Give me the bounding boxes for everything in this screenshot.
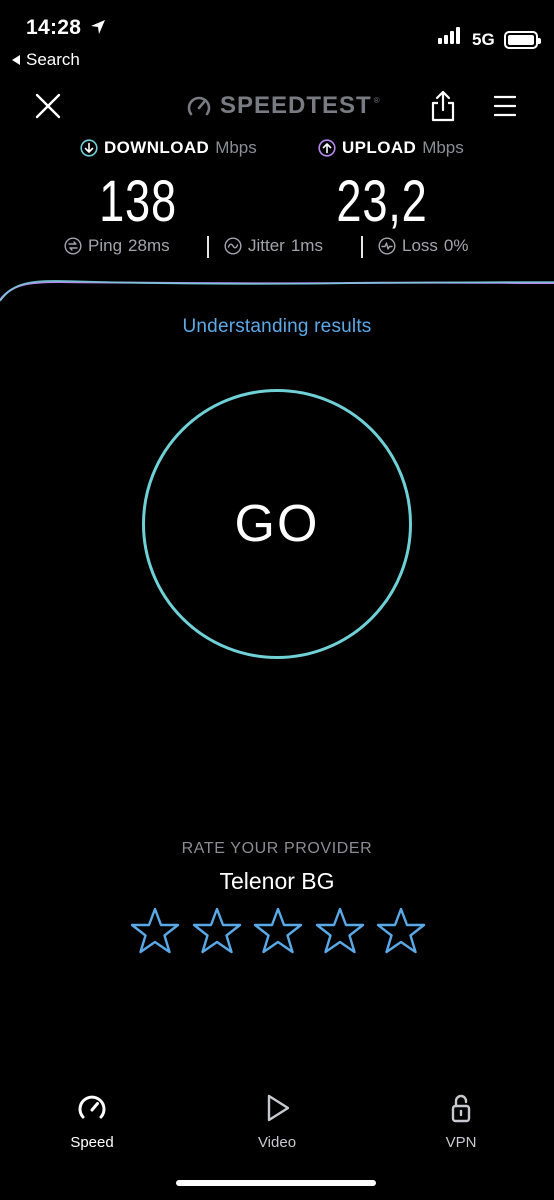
- download-unit: Mbps: [215, 138, 257, 157]
- upload-arrow-icon: [318, 139, 336, 157]
- ping-stat: Ping 28ms: [64, 236, 170, 256]
- status-time: 14:28: [26, 16, 82, 39]
- tab-video[interactable]: Video: [227, 1092, 327, 1151]
- download-label: DOWNLOAD: [104, 138, 210, 157]
- tab-video-label: Video: [257, 1134, 297, 1151]
- provider-name: Telenor BG: [219, 868, 335, 894]
- download-heading: DOWNLOAD Mbps: [80, 138, 257, 158]
- star-icon-5[interactable]: [376, 906, 426, 956]
- brand-trademark: ®: [373, 95, 380, 105]
- tab-speed[interactable]: Speed: [42, 1092, 142, 1151]
- share-icon[interactable]: [430, 90, 456, 122]
- jitter-icon: [224, 237, 242, 255]
- latency-stats: Ping 28ms Jitter 1ms Loss 0%: [0, 236, 554, 260]
- loss-value: 0%: [443, 236, 469, 255]
- star-icon-1[interactable]: [130, 906, 180, 956]
- close-icon[interactable]: [34, 92, 62, 120]
- throughput-graph: [0, 279, 554, 302]
- speedtest-screen: 14:28 Search 5G SPEEDTEST ® DOWNLOAD Mbp…: [0, 0, 554, 1200]
- battery-icon: [504, 31, 541, 49]
- tab-vpn[interactable]: VPN: [411, 1092, 511, 1151]
- rate-provider-title: RATE YOUR PROVIDER: [181, 840, 373, 857]
- upload-heading: UPLOAD Mbps: [318, 138, 464, 158]
- jitter-stat: Jitter 1ms: [224, 236, 323, 256]
- stat-divider: [207, 236, 209, 258]
- speedometer-logo-icon: [187, 96, 211, 116]
- loss-icon: [378, 237, 396, 255]
- star-icon-2[interactable]: [192, 906, 242, 956]
- upload-label: UPLOAD: [342, 138, 417, 157]
- star-rating: [130, 906, 426, 956]
- loss-label: Loss: [402, 236, 438, 255]
- speedtest-logo: SPEEDTEST ®: [186, 92, 380, 120]
- lock-icon: [451, 1094, 471, 1123]
- upload-unit: Mbps: [422, 138, 464, 157]
- stat-divider: [361, 236, 363, 258]
- tab-vpn-label: VPN: [445, 1134, 477, 1151]
- download-graph-line: [0, 279, 554, 302]
- download-arrow-icon: [80, 139, 98, 157]
- home-indicator[interactable]: [176, 1180, 376, 1186]
- network-type: 5G: [472, 30, 495, 49]
- loss-stat: Loss 0%: [378, 236, 469, 256]
- ping-label: Ping: [88, 236, 123, 255]
- understanding-results-link[interactable]: Understanding results: [0, 316, 554, 338]
- play-icon: [267, 1094, 290, 1122]
- jitter-label: Jitter: [248, 236, 285, 255]
- menu-icon[interactable]: [494, 95, 516, 117]
- star-icon-3[interactable]: [253, 906, 303, 956]
- back-label: Search: [26, 50, 80, 69]
- speedometer-icon: [78, 1095, 106, 1119]
- upload-value: 23,2: [336, 169, 428, 234]
- cellular-signal-icon: [438, 26, 460, 44]
- ping-value: 28ms: [128, 236, 170, 255]
- brand-name: SPEEDTEST: [220, 92, 372, 119]
- download-value: 138: [99, 169, 177, 234]
- go-label: GO: [234, 495, 320, 553]
- jitter-value: 1ms: [290, 236, 323, 255]
- star-icon-4[interactable]: [315, 906, 365, 956]
- location-arrow-icon: [91, 20, 105, 34]
- back-arrow-icon: [12, 55, 20, 65]
- back-to-search[interactable]: Search: [12, 50, 80, 70]
- tab-speed-label: Speed: [70, 1134, 114, 1151]
- go-button[interactable]: GO: [142, 389, 412, 659]
- ping-icon: [64, 237, 82, 255]
